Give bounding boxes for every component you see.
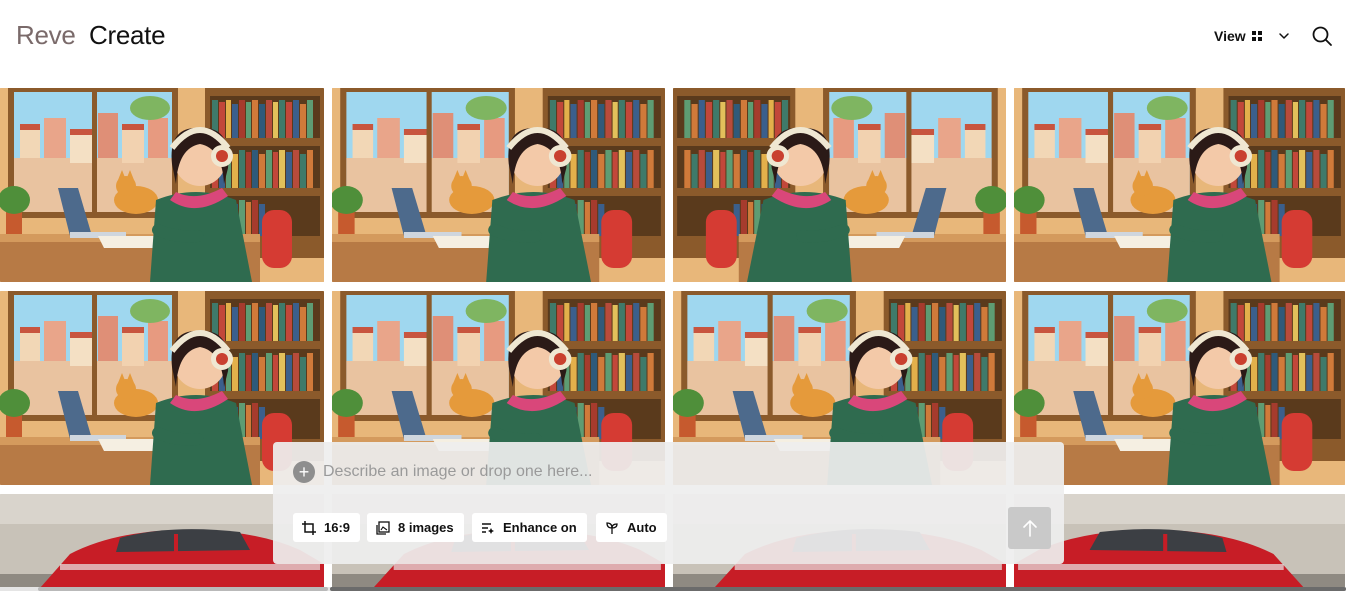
scrollbar-thumb[interactable] [330,587,1346,591]
image-count-label: 8 images [398,520,454,535]
plus-icon[interactable]: + [293,461,315,483]
view-menu-button[interactable]: View [1214,26,1290,46]
crop-icon [302,520,316,535]
enhance-label: Enhance on [503,520,577,535]
model-select-button[interactable]: Auto [596,513,667,542]
enhance-toggle[interactable]: Enhance on [472,513,587,542]
enhance-icon [482,522,494,534]
top-bar: Reve Create View [0,0,1358,76]
gallery-image[interactable] [0,88,324,282]
send-button[interactable] [1008,507,1051,549]
prompt-input[interactable] [323,460,1023,484]
arrow-up-icon [1022,520,1037,537]
horizontal-scrollbar[interactable] [0,587,1346,591]
brand-logo[interactable]: Reve [16,20,76,51]
gallery-image[interactable] [673,88,1006,282]
sprout-icon [606,521,618,534]
gallery-image[interactable] [1014,88,1345,282]
search-icon[interactable] [1311,25,1333,47]
aspect-ratio-button[interactable]: 16:9 [293,513,361,542]
prompt-composer: + 16:9 8 images Enhance on Auto [273,442,1064,564]
model-label: Auto [627,520,657,535]
grid-icon [1251,31,1262,41]
image-count-button[interactable]: 8 images [367,513,464,542]
chevron-down-icon [1278,33,1289,39]
view-label: View [1214,28,1246,44]
gallery-image[interactable] [332,88,665,282]
page-title[interactable]: Create [89,20,166,51]
images-icon [376,520,390,535]
aspect-ratio-label: 16:9 [324,520,351,535]
scrollbar-track-segment [38,587,328,591]
